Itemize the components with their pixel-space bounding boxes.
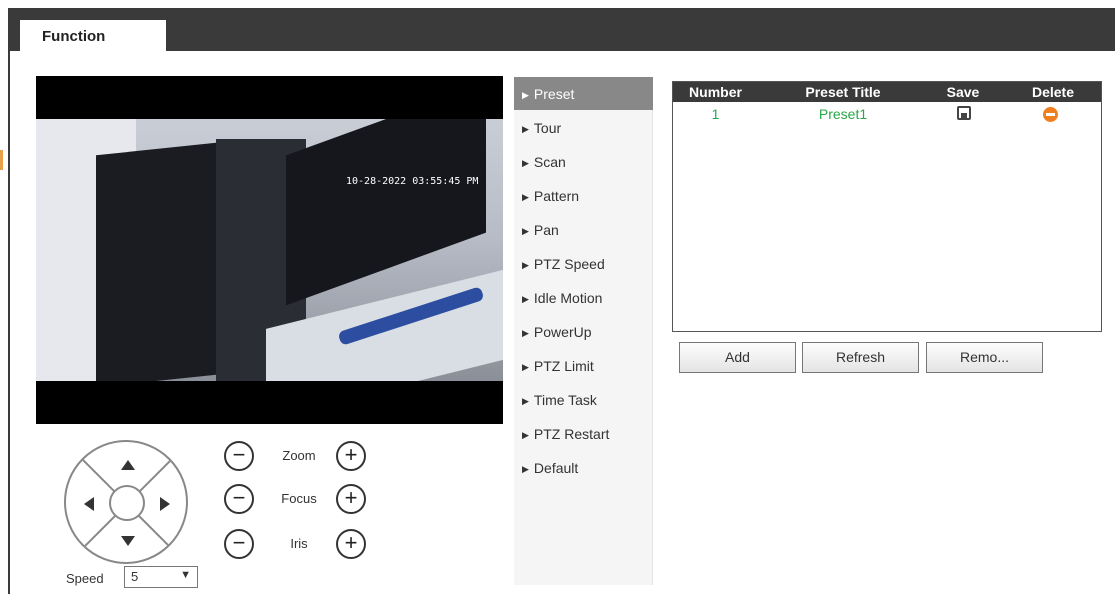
menu-bullet-icon: ▶ [522,260,529,270]
menu-item-ptz-restart[interactable]: ▶ PTZ Restart [514,417,653,450]
menu-item-scan[interactable]: ▶ Scan [514,145,653,178]
menu-item-label: Default [533,460,579,476]
menu-bullet-icon: ▶ [522,90,529,100]
iris-minus-button[interactable]: − [224,529,254,559]
table-row[interactable]: 1 Preset1 [673,103,1101,125]
menu-bullet-icon: ▶ [522,362,529,372]
add-button[interactable]: Add [679,342,796,373]
edge-marker [0,150,3,170]
menu-item-pan[interactable]: ▶ Pan [514,213,653,246]
speed-value: 5 [131,569,139,584]
menu-item-label: Time Task [533,392,597,408]
preset-number: 1 [711,106,720,122]
live-video[interactable]: 10-28-2022 03:55:45 PM ccxp [36,76,503,424]
chevron-down-icon: ▼ [180,569,191,581]
main-frame: Function 10-28-2022 03:55:45 PM ccxp − Z… [8,8,1115,594]
delete-icon[interactable] [1043,107,1058,122]
menu-item-time-task[interactable]: ▶ Time Task [514,383,653,416]
menu-bullet-icon: ▶ [522,124,529,134]
refresh-button[interactable]: Refresh [802,342,919,373]
menu-item-label: Pattern [533,188,580,204]
zoom-label: Zoom [282,448,316,463]
menu-item-powerup[interactable]: ▶ PowerUp [514,315,653,348]
scene-rack [286,119,486,306]
menu-bullet-icon: ▶ [522,294,529,304]
focus-plus-button[interactable]: + [336,484,366,514]
focus-control: − Focus + [224,484,374,516]
iris-control: − Iris + [224,529,374,561]
ptz-center-button[interactable] [109,485,145,521]
menu-item-label: Idle Motion [533,290,603,306]
focus-label: Focus [281,491,317,506]
menu-item-ptz-speed[interactable]: ▶ PTZ Speed [514,247,653,280]
video-frame: 10-28-2022 03:55:45 PM ccxp [36,119,503,381]
ptz-right-icon[interactable] [160,497,170,511]
header-number: Number [689,84,742,100]
ptz-direction-pad [64,440,188,564]
menu-item-ptz-limit[interactable]: ▶ PTZ Limit [514,349,653,382]
menu-bullet-icon: ▶ [522,430,529,440]
menu-bullet-icon: ▶ [522,328,529,338]
menu-bullet-icon: ▶ [522,158,529,168]
function-menu: ▶ Preset ▶ Tour ▶ Scan ▶ Pattern ▶ Pan ▶ PTZ S… [514,77,653,585]
menu-item-default[interactable]: ▶ Default [514,451,653,484]
speed-label: Speed [66,571,104,586]
zoom-control: − Zoom + [224,441,374,473]
ptz-down-icon[interactable] [121,536,135,546]
menu-item-label: PTZ Limit [533,358,594,374]
table-header: Number Preset Title Save Delete [673,82,1101,102]
iris-label: Iris [290,536,308,551]
top-bar: Function [10,8,1115,51]
ptz-left-icon[interactable] [84,497,94,511]
focus-minus-button[interactable]: − [224,484,254,514]
ptz-up-icon[interactable] [121,460,135,470]
menu-item-label: PowerUp [533,324,592,340]
menu-item-label: Scan [533,154,566,170]
tab-function[interactable]: Function [20,20,166,51]
osd-datetime: 10-28-2022 03:55:45 PM [346,176,479,187]
remove-button[interactable]: Remo... [926,342,1043,373]
header-preset-title: Preset Title [805,84,881,100]
menu-bullet-icon: ▶ [522,192,529,202]
menu-item-idle-motion[interactable]: ▶ Idle Motion [514,281,653,314]
speed-select[interactable]: 5 ▼ [124,566,198,588]
header-save: Save [946,84,980,100]
preset-table: Number Preset Title Save Delete 1 Preset… [672,81,1102,332]
menu-item-tour[interactable]: ▶ Tour [514,111,653,144]
menu-item-label: Tour [533,120,562,136]
header-delete: Delete [1031,84,1075,100]
preset-title[interactable]: Preset1 [783,106,903,122]
scene-rack [96,142,216,381]
menu-bullet-icon: ▶ [522,464,529,474]
menu-item-label: PTZ Restart [533,426,610,442]
menu-item-label: Pan [533,222,559,238]
menu-item-pattern[interactable]: ▶ Pattern [514,179,653,212]
menu-item-preset[interactable]: ▶ Preset [514,77,653,110]
zoom-in-button[interactable]: + [336,441,366,471]
menu-item-label: PTZ Speed [533,256,605,272]
iris-plus-button[interactable]: + [336,529,366,559]
menu-item-label: Preset [533,86,575,102]
save-icon[interactable] [957,106,971,120]
menu-bullet-icon: ▶ [522,396,529,406]
zoom-out-button[interactable]: − [224,441,254,471]
left-edge [0,0,8,594]
menu-bullet-icon: ▶ [522,226,529,236]
